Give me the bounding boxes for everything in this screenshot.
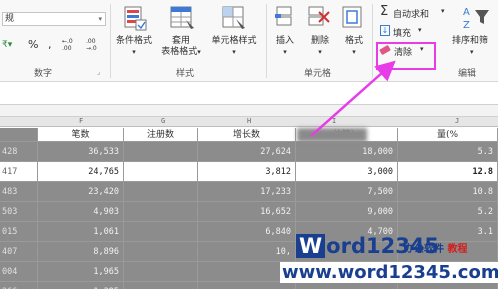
watermark-url: www.word12345.com xyxy=(280,262,498,283)
watermark-subtitle-blue: 办公软件 xyxy=(404,244,444,255)
watermark-subtitle-red: 教程 xyxy=(447,244,468,255)
clear-highlight-box xyxy=(376,42,436,70)
watermark-brand-w: W xyxy=(296,234,326,258)
watermark-subtitle: 办公软件 教程 xyxy=(404,240,467,255)
watermark: Word12345 办公软件 教程 www.word12345.com xyxy=(276,232,498,289)
excel-window: 规 ▾ ₹▾ % , ←.0.00 .00 →.0 数字 ⌟ 条件格式 ▾ 套用… xyxy=(0,0,498,289)
